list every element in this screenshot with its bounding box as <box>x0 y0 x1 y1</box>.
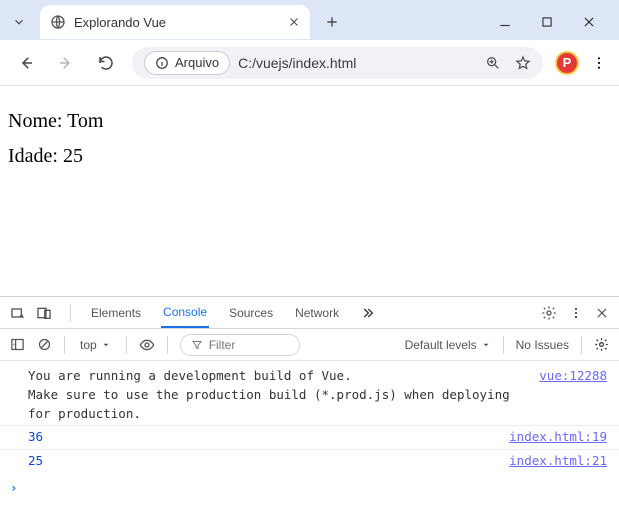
console-filter-input[interactable]: Filter <box>180 334 300 356</box>
browser-chrome: Explorando Vue <box>0 0 619 86</box>
console-settings-button[interactable] <box>594 337 609 352</box>
inspect-icon <box>10 305 26 321</box>
devtools-close-button[interactable] <box>595 306 609 320</box>
arrow-right-icon <box>57 54 75 72</box>
devtools-panel: Elements Console Sources Network t <box>0 296 619 512</box>
device-toolbar-button[interactable] <box>36 305 52 321</box>
nav-forward-button[interactable] <box>52 49 80 77</box>
kebab-icon <box>591 55 607 71</box>
separator <box>503 336 504 354</box>
file-scheme-label: Arquivo <box>175 55 219 70</box>
separator <box>70 304 71 322</box>
browser-toolbar: Arquivo C:/vuejs/index.html P <box>0 40 619 86</box>
clear-console-button[interactable] <box>37 337 52 352</box>
console-toolbar: top Filter Default levels No Issues <box>0 329 619 361</box>
console-message: 25 <box>28 452 495 471</box>
tab-sources[interactable]: Sources <box>227 297 275 328</box>
address-bar[interactable]: Arquivo C:/vuejs/index.html <box>132 47 543 79</box>
chevrons-right-icon <box>359 305 375 321</box>
idade-value: 25 <box>63 145 83 167</box>
arrow-left-icon <box>17 54 35 72</box>
zoom-icon <box>485 55 501 71</box>
console-source-link[interactable]: index.html:21 <box>495 452 607 471</box>
close-window-button[interactable] <box>575 8 603 36</box>
devtools-settings-button[interactable] <box>541 305 557 321</box>
reload-icon <box>97 54 115 72</box>
new-tab-button[interactable] <box>318 8 346 36</box>
minimize-icon <box>498 15 512 29</box>
nome-value: Tom <box>67 110 103 132</box>
idade-label: Idade: <box>8 145 58 167</box>
info-icon <box>155 56 169 70</box>
caret-down-icon <box>481 340 491 350</box>
gear-icon <box>594 337 609 352</box>
filter-placeholder: Filter <box>209 338 236 352</box>
maximize-button[interactable] <box>533 8 561 36</box>
page-viewport: Nome: Tom Idade: 25 <box>0 86 619 296</box>
nome-line: Nome: Tom <box>8 110 611 133</box>
maximize-icon <box>540 15 554 29</box>
kebab-icon <box>569 306 583 320</box>
scope-label: top <box>80 338 97 352</box>
live-expression-button[interactable] <box>139 337 155 353</box>
minimize-button[interactable] <box>491 8 519 36</box>
log-levels-select[interactable]: Default levels <box>405 338 491 352</box>
reload-button[interactable] <box>92 49 120 77</box>
nome-label: Nome: <box>8 110 62 132</box>
console-message: 36 <box>28 428 495 447</box>
chevron-down-icon <box>12 15 26 29</box>
caret-down-icon <box>101 340 111 350</box>
idade-line: Idade: 25 <box>8 145 611 168</box>
separator <box>581 336 582 354</box>
levels-label: Default levels <box>405 338 477 352</box>
browser-menu-button[interactable] <box>591 55 607 71</box>
gear-icon <box>541 305 557 321</box>
device-icon <box>36 305 52 321</box>
console-entry: 36 index.html:19 <box>0 425 619 449</box>
close-icon <box>582 15 596 29</box>
console-message: You are running a development build of V… <box>28 367 525 423</box>
console-prompt[interactable]: › <box>0 473 619 504</box>
console-sidebar-button[interactable] <box>10 337 25 352</box>
sidebar-icon <box>10 337 25 352</box>
extension-badge[interactable]: P <box>555 51 579 75</box>
inspect-element-button[interactable] <box>10 305 26 321</box>
separator <box>126 336 127 354</box>
more-tabs-button[interactable] <box>359 305 375 321</box>
clear-icon <box>37 337 52 352</box>
bookmark-button[interactable] <box>515 55 531 71</box>
console-entry: 25 index.html:21 <box>0 449 619 473</box>
close-icon <box>595 306 609 320</box>
tab-title: Explorando Vue <box>74 15 166 30</box>
star-icon <box>515 55 531 71</box>
tab-search-button[interactable] <box>6 9 32 35</box>
separator <box>167 336 168 354</box>
browser-tab[interactable]: Explorando Vue <box>40 5 310 39</box>
omnibox-actions <box>485 55 531 71</box>
console-source-link[interactable]: vue:12288 <box>525 367 607 423</box>
close-icon <box>288 16 300 28</box>
execution-context-select[interactable]: top <box>77 335 114 355</box>
globe-icon <box>50 14 66 30</box>
devtools-tab-bar: Elements Console Sources Network <box>0 297 619 329</box>
separator <box>64 336 65 354</box>
window-controls <box>491 8 613 36</box>
address-path: C:/vuejs/index.html <box>238 55 356 71</box>
eye-icon <box>139 337 155 353</box>
console-source-link[interactable]: index.html:19 <box>495 428 607 447</box>
tab-console[interactable]: Console <box>161 297 209 328</box>
funnel-icon <box>191 339 203 351</box>
console-log-area[interactable]: You are running a development build of V… <box>0 361 619 512</box>
tab-elements[interactable]: Elements <box>89 297 143 328</box>
tab-close-button[interactable] <box>288 16 300 28</box>
tab-network[interactable]: Network <box>293 297 341 328</box>
devtools-menu-button[interactable] <box>569 306 583 320</box>
file-scheme-chip[interactable]: Arquivo <box>144 51 230 75</box>
nav-back-button[interactable] <box>12 49 40 77</box>
console-entry: You are running a development build of V… <box>0 365 619 425</box>
tab-strip: Explorando Vue <box>0 0 619 40</box>
zoom-button[interactable] <box>485 55 501 71</box>
plus-icon <box>325 15 339 29</box>
issues-button[interactable]: No Issues <box>516 338 569 352</box>
